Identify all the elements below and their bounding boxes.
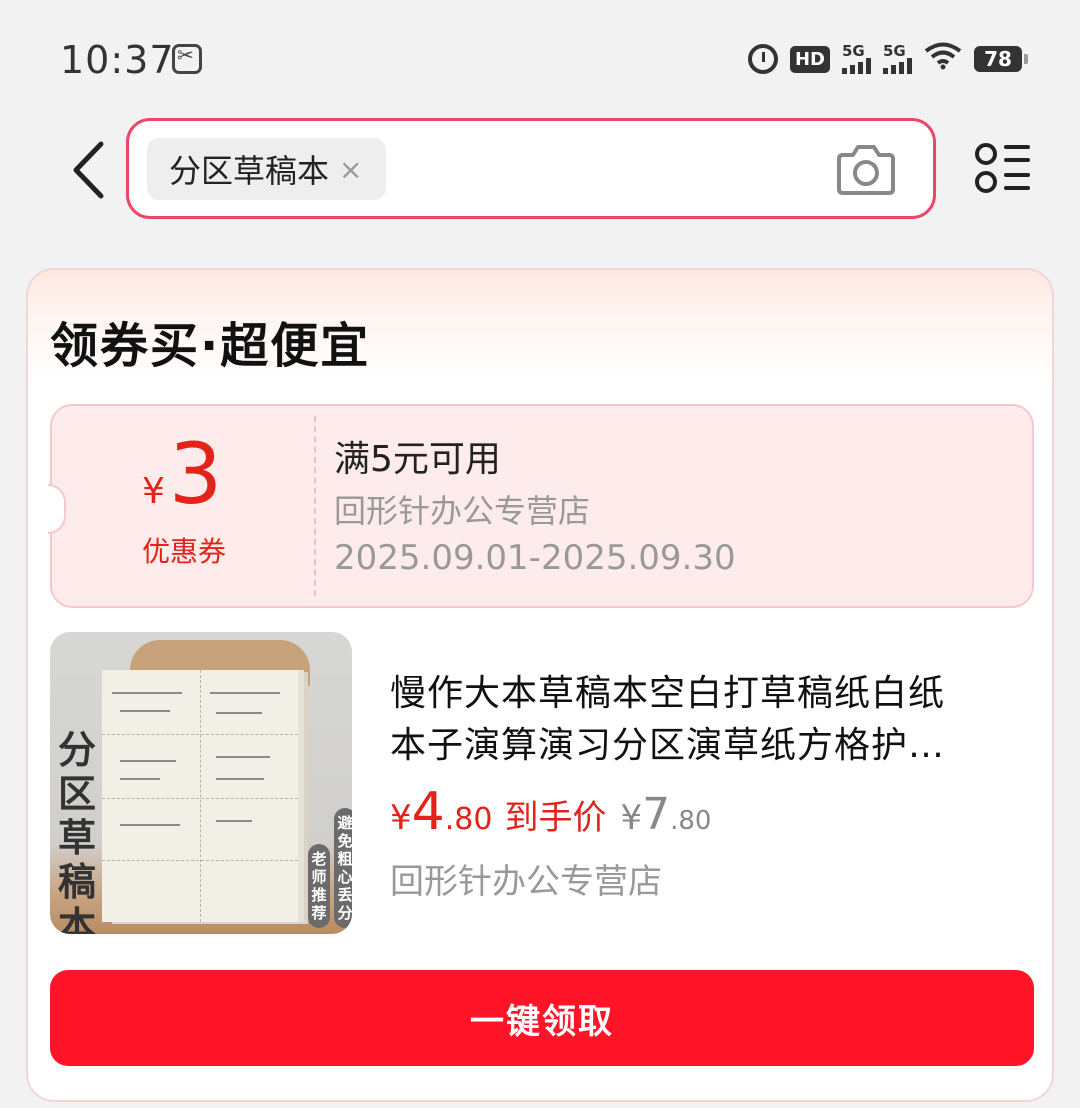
- back-button[interactable]: [58, 138, 118, 202]
- camera-icon[interactable]: [835, 141, 897, 197]
- pad-scribble: [120, 710, 170, 712]
- pad-scribble: [216, 778, 264, 780]
- alarm-icon: [747, 44, 778, 74]
- product-image-tag: 避免粗心丢分: [334, 808, 352, 928]
- pad-grid-line: [200, 670, 201, 922]
- coupon-shop-name: 回形针办公专营店: [334, 492, 591, 530]
- product-image-tag: 老师推荐: [308, 844, 330, 928]
- price-currency: ¥: [390, 798, 412, 838]
- coupon-ticket[interactable]: ¥ 3 优惠券 满5元可用 回形针办公专营店 2025.09.01-2025.0…: [48, 404, 1034, 608]
- original-price-decimal: .80: [670, 806, 712, 836]
- price-integer: 4: [411, 782, 445, 842]
- original-price-currency: ¥: [620, 798, 643, 838]
- status-icons: HD 5G 5G 78: [747, 42, 1028, 76]
- product-title[interactable]: 慢作大本草稿本空白打草稿纸白纸 本子演算演习分区演草纸方格护…: [390, 668, 1026, 772]
- network-type-label: 5G: [842, 42, 865, 60]
- coupon-currency: ¥: [142, 471, 165, 512]
- product-price: ¥ 4 .80 到手价 ¥ 7 .80: [390, 782, 711, 842]
- status-time: 10:37: [60, 38, 175, 82]
- status-bar: 10:37 HD 5G 5G 78: [0, 0, 1080, 120]
- coupon-amount: ¥ 3: [142, 428, 222, 520]
- pad-scribble: [210, 692, 280, 694]
- signal-icon-1: 5G: [842, 44, 871, 74]
- card-title: 领券买·超便宜: [50, 318, 371, 374]
- hd-voice-icon: HD: [789, 45, 830, 73]
- pad-scribble: [216, 712, 262, 714]
- pad-scribble: [216, 756, 270, 758]
- pad-scribble: [112, 692, 182, 694]
- clear-keyword-icon[interactable]: ×: [339, 153, 362, 186]
- product-image[interactable]: 分区草稿本 避免粗心丢分 老师推荐: [50, 632, 352, 934]
- list-view-icon[interactable]: [974, 140, 1032, 196]
- pad-scribble: [120, 824, 180, 826]
- chevron-left-icon: [73, 141, 104, 199]
- product-shop-name[interactable]: 回形针办公专营店: [390, 854, 662, 903]
- network-type-label: 5G: [883, 42, 906, 60]
- search-input[interactable]: 分区草稿本 ×: [126, 118, 936, 219]
- search-keyword-chip[interactable]: 分区草稿本 ×: [147, 138, 387, 200]
- product-title-line: 慢作大本草稿本空白打草稿纸白纸: [390, 673, 946, 714]
- product-title-line: 本子演算演习分区演草纸方格护…: [390, 725, 946, 766]
- search-keyword: 分区草稿本: [169, 152, 330, 190]
- coupon-type-label: 优惠券: [142, 535, 227, 568]
- pad-scribble: [216, 820, 252, 822]
- coupon-promo-card: 领券买·超便宜 ¥ 3 优惠券 满5元可用 回形针办公专营店 2025.09.0…: [26, 268, 1054, 1102]
- coupon-validity: 2025.09.01-2025.09.30: [334, 538, 736, 578]
- coupon-divider: [314, 416, 316, 596]
- signal-icon-2: 5G: [883, 44, 912, 74]
- coupon-notch: [48, 484, 66, 534]
- pad-scribble: [120, 760, 176, 762]
- pad-scribble: [120, 778, 160, 780]
- screen-record-icon: [172, 43, 202, 74]
- claim-coupon-button[interactable]: 一键领取: [50, 970, 1034, 1066]
- original-price-integer: 7: [642, 789, 671, 840]
- final-price-label: 到手价: [504, 798, 607, 838]
- battery-icon: 78: [974, 46, 1028, 72]
- price-decimal: .80: [444, 802, 493, 837]
- coupon-value: 3: [168, 425, 223, 523]
- coupon-condition: 满5元可用: [334, 439, 501, 480]
- wifi-icon: [924, 42, 962, 76]
- product-image-title: 分区草稿本: [58, 727, 97, 935]
